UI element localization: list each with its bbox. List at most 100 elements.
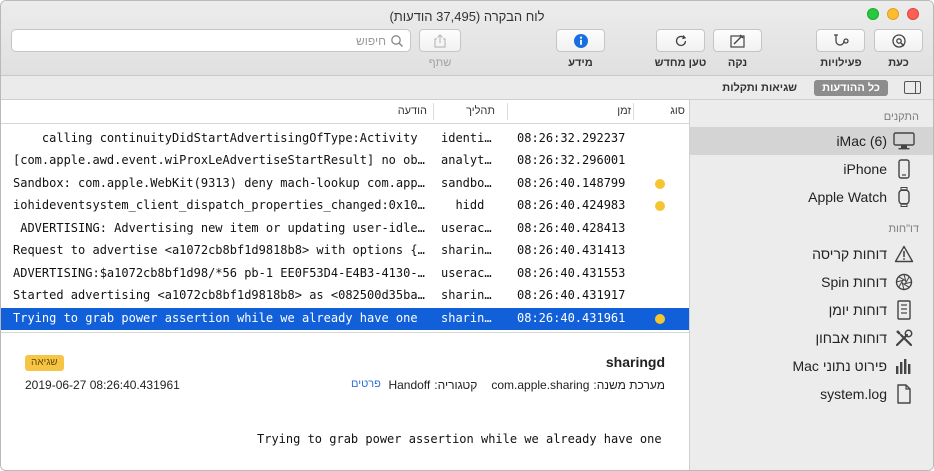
sidebar-item-label: iMac (6) xyxy=(836,133,887,149)
info-button[interactable] xyxy=(556,29,605,52)
row-time: 08:26:32.292237 xyxy=(517,131,626,145)
column-type[interactable]: סוג xyxy=(670,105,685,117)
info-label: מידע xyxy=(568,57,593,69)
row-time: 08:26:32.296001 xyxy=(517,153,626,167)
row-message: iohideventsystem_client_dispatch_propert… xyxy=(13,198,425,212)
sidebar-item-label: Apple Watch xyxy=(808,189,887,205)
row-process: sharin… xyxy=(441,311,492,325)
row-time: 08:26:40.428413 xyxy=(517,221,626,235)
column-time[interactable]: זמן xyxy=(617,105,631,117)
sidebar-item-label: פירוט נתוני Mac xyxy=(792,358,887,374)
share-button[interactable] xyxy=(419,29,461,52)
row-process: userac… xyxy=(441,221,492,235)
detail-subsystem-category: מערכת משנה:com.apple.sharing קטגוריה:Hand… xyxy=(388,378,665,392)
table-row[interactable]: Sandbox: com.apple.WebKit(9313) deny mac… xyxy=(1,173,689,195)
category-value: Handoff xyxy=(388,378,431,392)
sidebar-item-spin-reports[interactable]: דוחות Spin xyxy=(690,268,933,296)
row-process: sharin… xyxy=(441,288,492,302)
toolbar: לוח הבקרה (37,495 הודעות) כעת פעילויות נ… xyxy=(1,1,933,76)
filter-errors-faults[interactable]: שגיאות ותקלות xyxy=(716,80,803,96)
now-label: כעת xyxy=(888,57,909,69)
analytics-icon xyxy=(893,356,915,376)
table-row[interactable]: ADVERTISING:$a1072cb8bf1d98/*56 pb-1 EE0… xyxy=(1,263,689,285)
table-row[interactable]: Started advertising <a1072cb8bf1d9818b8>… xyxy=(1,285,689,307)
sidebar-item-mac-analytics[interactable]: פירוט נתוני Mac xyxy=(690,352,933,380)
row-process: userac… xyxy=(441,266,492,280)
sidebar-item-apple-watch[interactable]: Apple Watch xyxy=(690,183,933,211)
sidebar-item-iphone[interactable]: iPhone xyxy=(690,155,933,183)
activities-label: פעילויות xyxy=(820,57,862,69)
row-process: sandbo… xyxy=(441,176,492,190)
close-button[interactable] xyxy=(907,8,919,20)
table-row-selected[interactable]: Trying to grab power assertion while we … xyxy=(1,308,689,330)
clear-button[interactable] xyxy=(713,29,762,52)
reload-icon xyxy=(675,34,686,46)
row-time: 08:26:40.424983 xyxy=(517,198,626,212)
row-message: ADVERTISING: Advertising new item or upd… xyxy=(13,221,425,235)
console-window: לוח הבקרה (37,495 הודעות) כעת פעילויות נ… xyxy=(0,0,934,471)
row-message: Request to advertise <a1072cb8bf1d9818b8… xyxy=(13,243,425,257)
spin-icon xyxy=(893,272,915,292)
sidebar: התקנים iMac (6) iPhone Apple Watch דו"חו… xyxy=(689,100,933,470)
table-header: סוג זמן תהליך הודעה xyxy=(1,100,689,124)
fault-dot-icon xyxy=(655,179,665,189)
row-time: 08:26:40.431553 xyxy=(517,266,626,280)
column-process[interactable]: תהליך xyxy=(466,105,495,117)
window-controls xyxy=(867,8,919,20)
search-icon xyxy=(390,34,404,51)
sidebar-item-label: דוחות Spin xyxy=(821,274,887,290)
reload-label: טען מחדש xyxy=(654,57,707,69)
table-row[interactable]: iohideventsystem_client_dispatch_propert… xyxy=(1,195,689,217)
filter-all-messages[interactable]: כל ההודעות xyxy=(814,80,888,96)
row-message: Sandbox: com.apple.WebKit(9313) deny mac… xyxy=(13,176,425,190)
detail-timestamp: 2019-06-27 08:26:40.431961 xyxy=(25,378,180,392)
detail-process: sharingd xyxy=(605,354,665,370)
details-link[interactable]: פרטים xyxy=(351,378,381,390)
sidebar-item-label: system.log xyxy=(820,386,887,402)
sidebar-item-label: דוחות יומן xyxy=(828,302,887,318)
sidebar-item-system-log[interactable]: system.log xyxy=(690,380,933,408)
row-process: analyt… xyxy=(441,153,492,167)
search-input[interactable] xyxy=(26,32,386,49)
imac-icon xyxy=(893,131,915,151)
detail-level-badge: שגיאה xyxy=(25,355,64,371)
sidebar-item-crash-reports[interactable]: דוחות קריסה xyxy=(690,240,933,268)
sidebar-item-imac[interactable]: iMac (6) xyxy=(690,127,933,155)
diagnostics-icon xyxy=(893,328,915,348)
filter-bar: כל ההודעות שגיאות ותקלות xyxy=(1,76,933,100)
detail-message: Trying to grab power assertion while we … xyxy=(257,432,662,446)
sidebar-item-log-reports[interactable]: דוחות יומן xyxy=(690,296,933,324)
subsystem-value: com.apple.sharing xyxy=(491,378,590,392)
window-title: לוח הבקרה (37,495 הודעות) xyxy=(389,9,545,24)
share-icon xyxy=(434,33,446,48)
devices-header: התקנים xyxy=(883,111,919,123)
column-message[interactable]: הודעה xyxy=(398,105,427,117)
reload-button[interactable] xyxy=(656,29,705,52)
sidebar-toggle-icon[interactable] xyxy=(904,81,921,94)
activities-icon xyxy=(833,33,849,46)
clear-icon xyxy=(729,34,745,48)
sidebar-item-diagnostic-reports[interactable]: דוחות אבחון xyxy=(690,324,933,352)
table-row[interactable]: ADVERTISING: Advertising new item or upd… xyxy=(1,218,689,240)
row-process: identi… xyxy=(441,131,492,145)
table-row[interactable]: calling continuityDidStartAdvertisingOfT… xyxy=(1,128,689,150)
zoom-button[interactable] xyxy=(867,8,879,20)
activities-button[interactable] xyxy=(816,29,865,52)
document-icon xyxy=(893,384,915,404)
category-key: קטגוריה: xyxy=(434,378,478,392)
row-message: Trying to grab power assertion while we … xyxy=(13,311,418,325)
warning-icon xyxy=(893,244,915,264)
log-table: סוג זמן תהליך הודעה calling continuityDi… xyxy=(1,100,689,332)
target-icon xyxy=(891,33,906,48)
row-process: sharin… xyxy=(441,243,492,257)
info-icon xyxy=(573,33,588,48)
table-row[interactable]: Request to advertise <a1072cb8bf1d9818b8… xyxy=(1,240,689,262)
now-button[interactable] xyxy=(874,29,923,52)
table-row[interactable]: [com.apple.awd.event.wiProxLeAdvertiseSt… xyxy=(1,150,689,172)
search-field[interactable] xyxy=(11,29,411,52)
row-message: ADVERTISING:$a1072cb8bf1d98/*56 pb-1 EE0… xyxy=(13,266,425,280)
sidebar-item-label: דוחות אבחון xyxy=(815,330,887,346)
minimize-button[interactable] xyxy=(887,8,899,20)
sidebar-item-label: דוחות קריסה xyxy=(812,246,887,262)
share-label: שתף xyxy=(428,57,452,69)
